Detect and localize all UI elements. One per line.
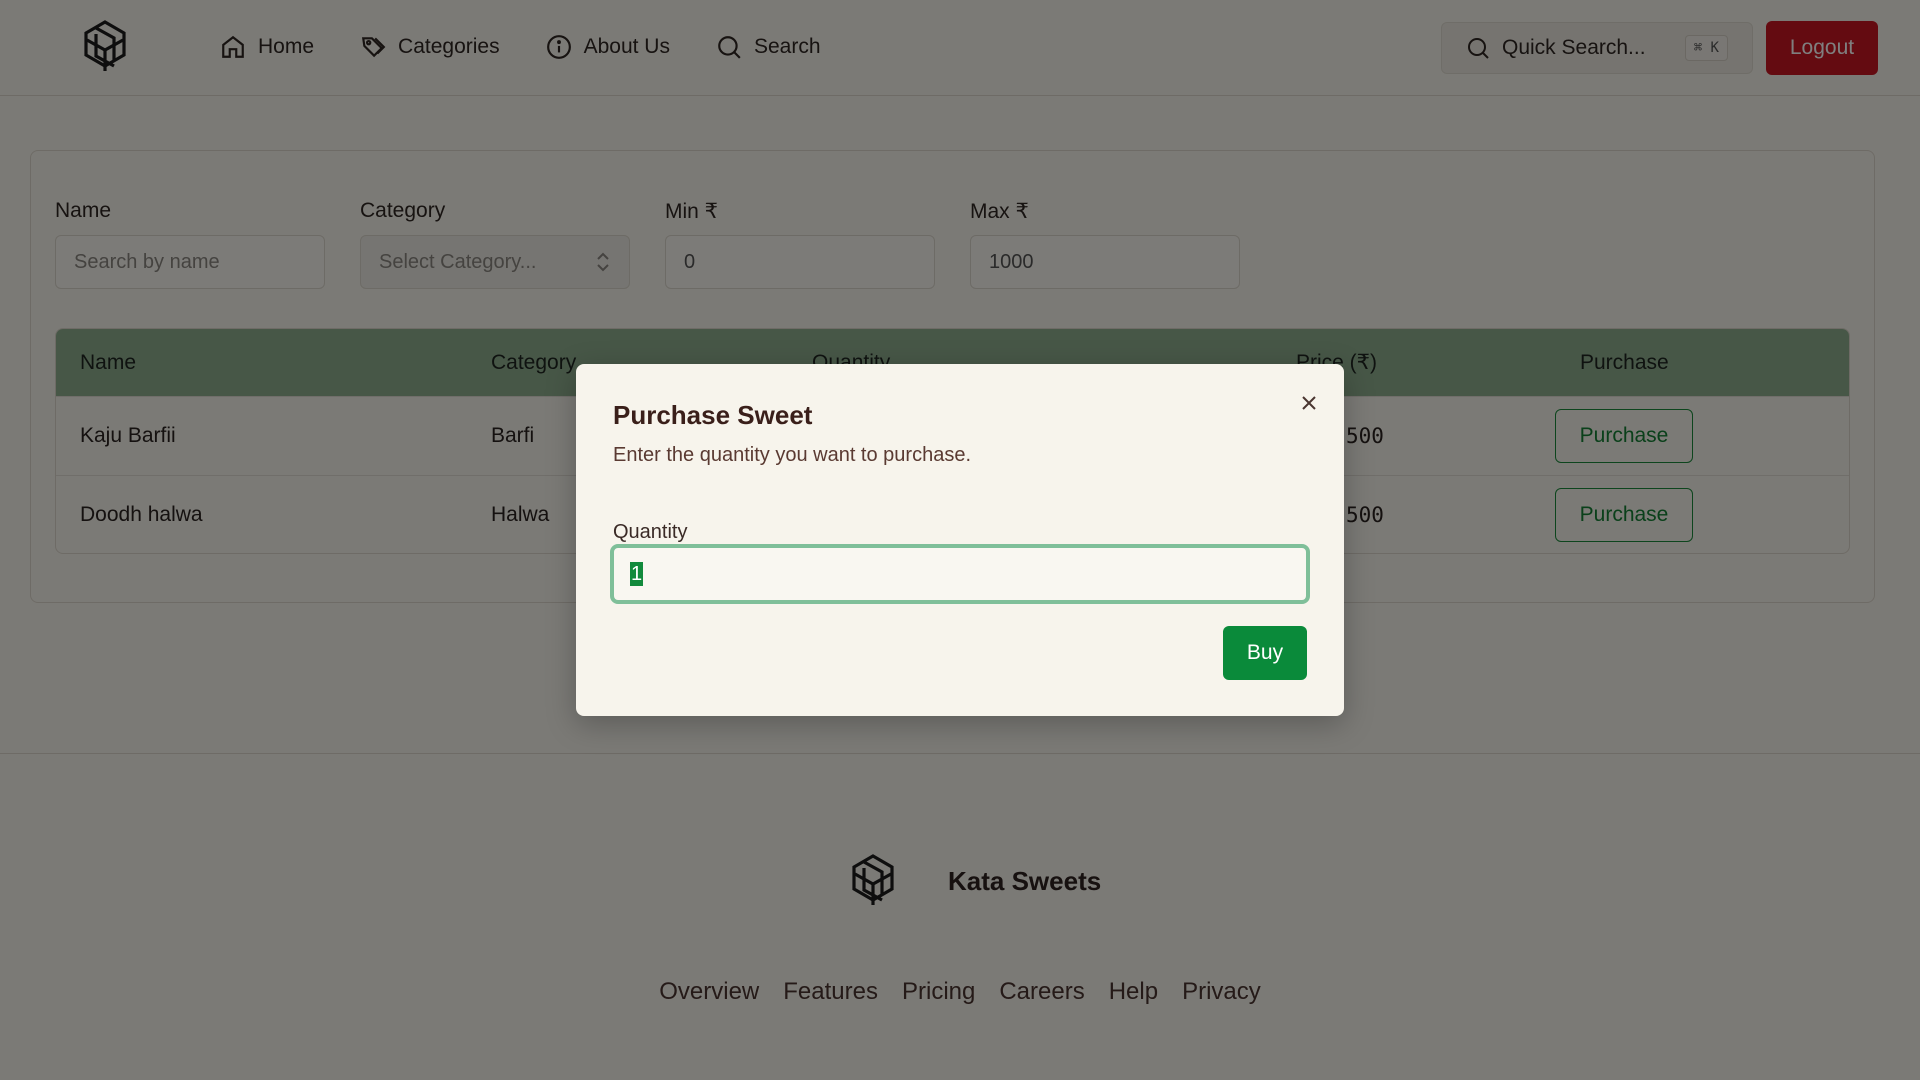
close-icon[interactable] xyxy=(1296,390,1322,416)
purchase-dialog: Purchase Sweet Enter the quantity you wa… xyxy=(576,364,1344,716)
quantity-input[interactable]: 1 xyxy=(610,544,1310,604)
buy-button[interactable]: Buy xyxy=(1223,626,1307,680)
dialog-description: Enter the quantity you want to purchase. xyxy=(613,444,971,466)
dialog-title: Purchase Sweet xyxy=(613,400,813,430)
quantity-label: Quantity xyxy=(613,521,688,543)
quantity-value: 1 xyxy=(630,562,644,586)
